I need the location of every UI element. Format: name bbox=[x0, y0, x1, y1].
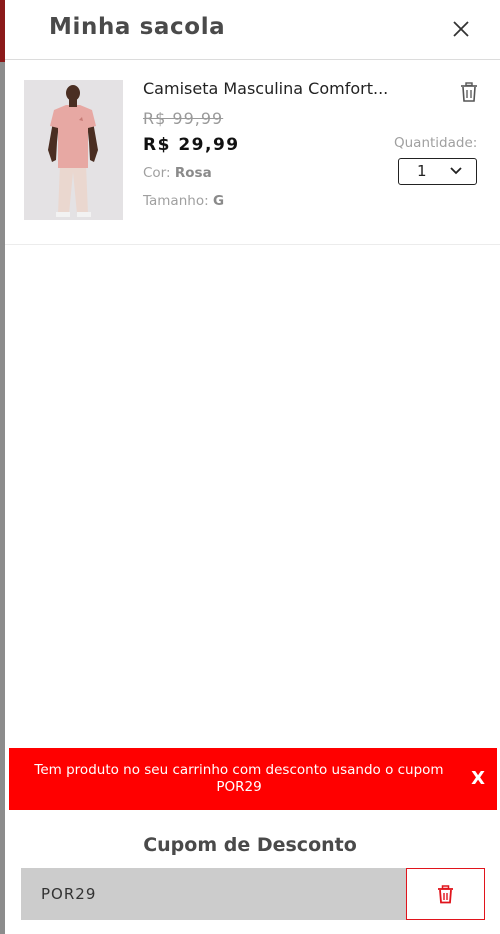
product-color: Cor: Rosa bbox=[143, 165, 212, 181]
discount-alert: Tem produto no seu carrinho com desconto… bbox=[9, 748, 497, 810]
color-value: Rosa bbox=[174, 165, 212, 181]
bag-header: Minha sacola bbox=[5, 0, 500, 60]
close-button[interactable] bbox=[450, 18, 472, 40]
size-value: G bbox=[212, 193, 225, 209]
sale-price: R$ 29,99 bbox=[143, 135, 240, 155]
alert-close-button[interactable]: X bbox=[471, 768, 485, 789]
page-title: Minha sacola bbox=[49, 14, 226, 40]
close-icon bbox=[453, 21, 469, 37]
remove-item-button[interactable] bbox=[460, 82, 478, 103]
trash-icon bbox=[438, 885, 453, 904]
alert-message: Tem produto no seu carrinho com desconto… bbox=[34, 762, 444, 795]
product-size: Tamanho: G bbox=[143, 193, 224, 209]
chevron-down-icon bbox=[450, 167, 462, 175]
remove-coupon-button[interactable] bbox=[406, 868, 485, 920]
quantity-select[interactable]: 1 bbox=[398, 158, 477, 185]
quantity-label: Quantidade: bbox=[394, 135, 478, 151]
trash-icon bbox=[461, 82, 477, 102]
product-name[interactable]: Camiseta Masculina Comfort... bbox=[143, 79, 388, 98]
original-price: R$ 99,99 bbox=[143, 109, 224, 128]
coupon-code-field[interactable]: POR29 bbox=[21, 868, 406, 920]
color-label: Cor: bbox=[143, 165, 171, 181]
quantity-value: 1 bbox=[417, 162, 427, 180]
product-image[interactable] bbox=[24, 80, 123, 220]
cart-item: Camiseta Masculina Comfort... R$ 99,99 R… bbox=[5, 60, 500, 245]
size-label: Tamanho: bbox=[143, 193, 209, 209]
coupon-title: Cupom de Desconto bbox=[143, 834, 357, 856]
